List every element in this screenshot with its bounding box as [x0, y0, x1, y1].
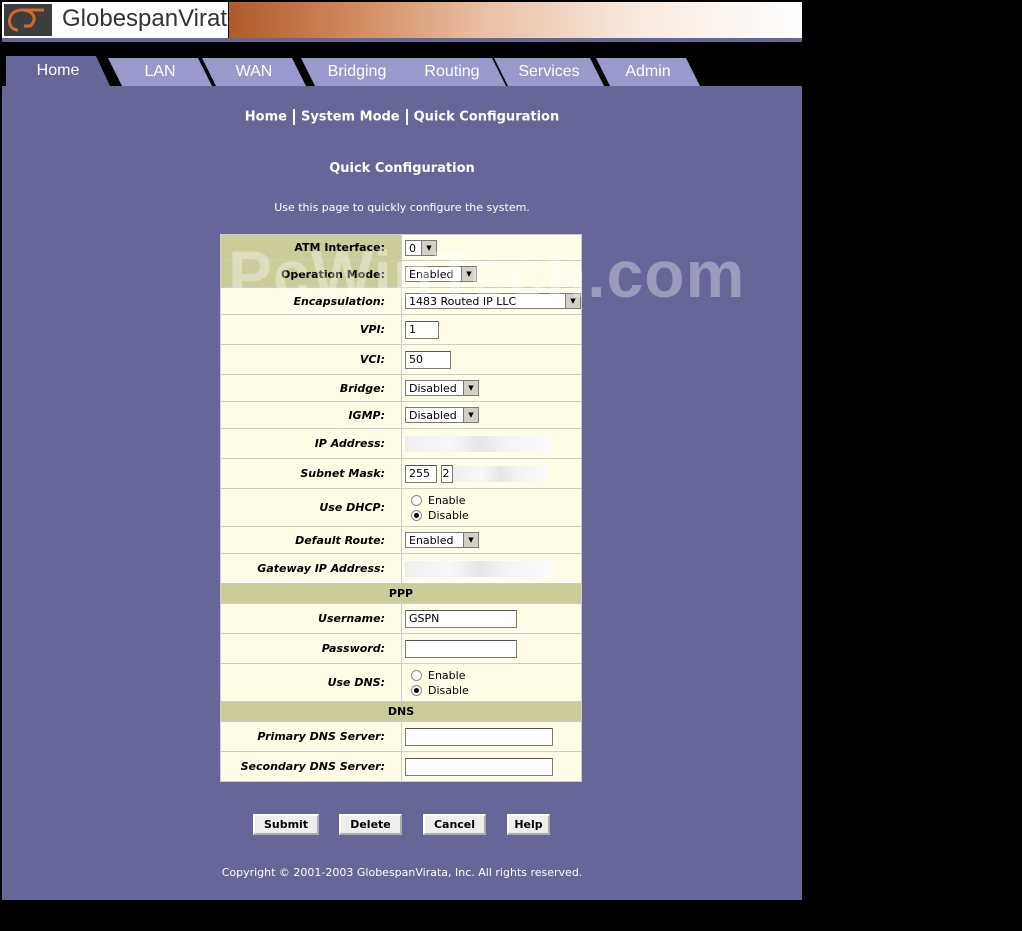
radio-label: Disable [428, 508, 469, 522]
quick-config-form: ATM Interface: 0 ▼ Operation Mode: Enable… [220, 234, 582, 782]
username-label: Username: [220, 603, 402, 634]
submit-button[interactable]: Submit [253, 814, 319, 835]
tab-label: LAN [144, 63, 176, 80]
chevron-down-icon: ▼ [463, 533, 478, 547]
primary-dns-label: Primary DNS Server: [220, 721, 402, 752]
radio-disable[interactable] [411, 685, 422, 696]
select-value: Disabled [409, 409, 457, 422]
dhcp-enable-option[interactable]: Enable [405, 493, 581, 508]
tab-wan[interactable]: WAN [202, 58, 306, 86]
gateway-ip-label: Gateway IP Address: [220, 553, 402, 584]
tab-label: Routing [424, 63, 480, 80]
encapsulation-select[interactable]: 1483 Routed IP LLC ▼ [405, 293, 581, 309]
select-value: Enabled [409, 534, 454, 547]
radio-enable[interactable] [411, 670, 422, 681]
nav-tabs: Home LAN WAN Bridging Routing Services A… [2, 42, 802, 86]
tab-label: WAN [235, 63, 273, 80]
bridge-select[interactable]: Disabled ▼ [405, 380, 479, 396]
radio-label: Disable [428, 683, 469, 697]
breadcrumb-quick-config[interactable]: Quick Configuration [414, 110, 560, 125]
select-value: Enabled [409, 268, 454, 281]
radio-enable[interactable] [411, 495, 422, 506]
ppp-section-header: PPP [220, 583, 582, 604]
secondary-dns-label: Secondary DNS Server: [220, 751, 402, 782]
bridge-label: Bridge: [220, 374, 402, 402]
tab-label: Bridging [327, 63, 387, 80]
cancel-button[interactable]: Cancel [423, 814, 486, 835]
operation-mode-label: Operation Mode: [220, 260, 402, 288]
header-banner: GlobespanVirata [2, 2, 802, 38]
subnet-mask-octet2-input[interactable]: 2 [440, 464, 453, 483]
chevron-down-icon: ▼ [463, 408, 478, 422]
logo-g-icon [4, 4, 52, 36]
dns-section-header: DNS [220, 701, 582, 722]
tab-services[interactable]: Services [494, 58, 604, 86]
vci-label: VCI: [220, 344, 402, 375]
chevron-down-icon: ▼ [461, 267, 476, 281]
header-gradient [229, 2, 802, 38]
secondary-dns-input[interactable] [405, 757, 553, 776]
breadcrumb-separator [292, 109, 295, 125]
vpi-input[interactable]: 1 [405, 320, 439, 339]
select-value: 0 [409, 241, 416, 255]
copyright-text: Copyright © 2001-2003 GlobespanVirata, I… [221, 866, 583, 879]
page-title: Quick Configuration [329, 161, 475, 176]
atm-interface-select[interactable]: 0 ▼ [405, 239, 437, 256]
brand-logo: GlobespanVirata [2, 2, 240, 38]
page-frame: GlobespanVirata Home LAN WAN Bridging Ro… [2, 2, 802, 900]
default-route-select[interactable]: Enabled ▼ [405, 532, 479, 548]
select-value: 1483 Routed IP LLC [409, 295, 517, 308]
atm-interface-label: ATM Interface: [220, 234, 402, 261]
chevron-down-icon: ▼ [421, 240, 436, 255]
breadcrumb: Home System Mode Quick Configuration [2, 109, 802, 125]
tab-lan[interactable]: LAN [108, 58, 212, 86]
primary-dns-input[interactable] [405, 727, 553, 746]
encapsulation-label: Encapsulation: [220, 287, 402, 315]
breadcrumb-separator [405, 109, 408, 125]
subnet-mask-label: Subnet Mask: [220, 458, 402, 489]
select-value: Disabled [409, 382, 457, 395]
chevron-down-icon: ▼ [463, 381, 478, 395]
igmp-label: IGMP: [220, 401, 402, 429]
breadcrumb-home[interactable]: Home [245, 110, 287, 125]
tab-routing[interactable]: Routing [398, 58, 506, 86]
tab-admin[interactable]: Admin [596, 58, 700, 86]
radio-label: Enable [428, 668, 466, 682]
password-input[interactable] [405, 639, 517, 658]
help-button[interactable]: Help [507, 814, 550, 835]
dhcp-disable-option[interactable]: Disable [405, 508, 581, 523]
ip-address-label: IP Address: [220, 428, 402, 459]
tab-label: Home [36, 62, 80, 79]
dns-enable-option[interactable]: Enable [405, 668, 581, 683]
delete-button[interactable]: Delete [339, 814, 402, 835]
gateway-ip-input[interactable] [405, 560, 553, 577]
operation-mode-select[interactable]: Enabled ▼ [405, 266, 477, 282]
vci-input[interactable]: 50 [405, 350, 451, 369]
igmp-select[interactable]: Disabled ▼ [405, 407, 479, 423]
ip-address-input[interactable] [405, 435, 553, 452]
subnet-mask-octet1-input[interactable]: 255 [405, 464, 437, 483]
username-input[interactable]: GSPN [405, 609, 517, 628]
tab-label: Services [518, 63, 580, 80]
default-route-label: Default Route: [220, 526, 402, 554]
radio-disable[interactable] [411, 510, 422, 521]
brand-name: GlobespanVirata [62, 5, 241, 32]
vpi-label: VPI: [220, 314, 402, 345]
use-dns-label: Use DNS: [220, 663, 402, 702]
password-label: Password: [220, 633, 402, 664]
tab-label: Admin [625, 63, 671, 80]
page-description: Use this page to quickly configure the s… [274, 201, 530, 214]
dns-disable-option[interactable]: Disable [405, 683, 581, 698]
radio-label: Enable [428, 493, 466, 507]
chevron-down-icon: ▼ [565, 294, 580, 308]
tab-bridging[interactable]: Bridging [301, 58, 413, 86]
use-dhcp-label: Use DHCP: [220, 488, 402, 527]
breadcrumb-system-mode[interactable]: System Mode [301, 110, 400, 125]
tab-home[interactable]: Home [6, 56, 110, 86]
subnet-mask-rest-input[interactable] [452, 465, 549, 482]
